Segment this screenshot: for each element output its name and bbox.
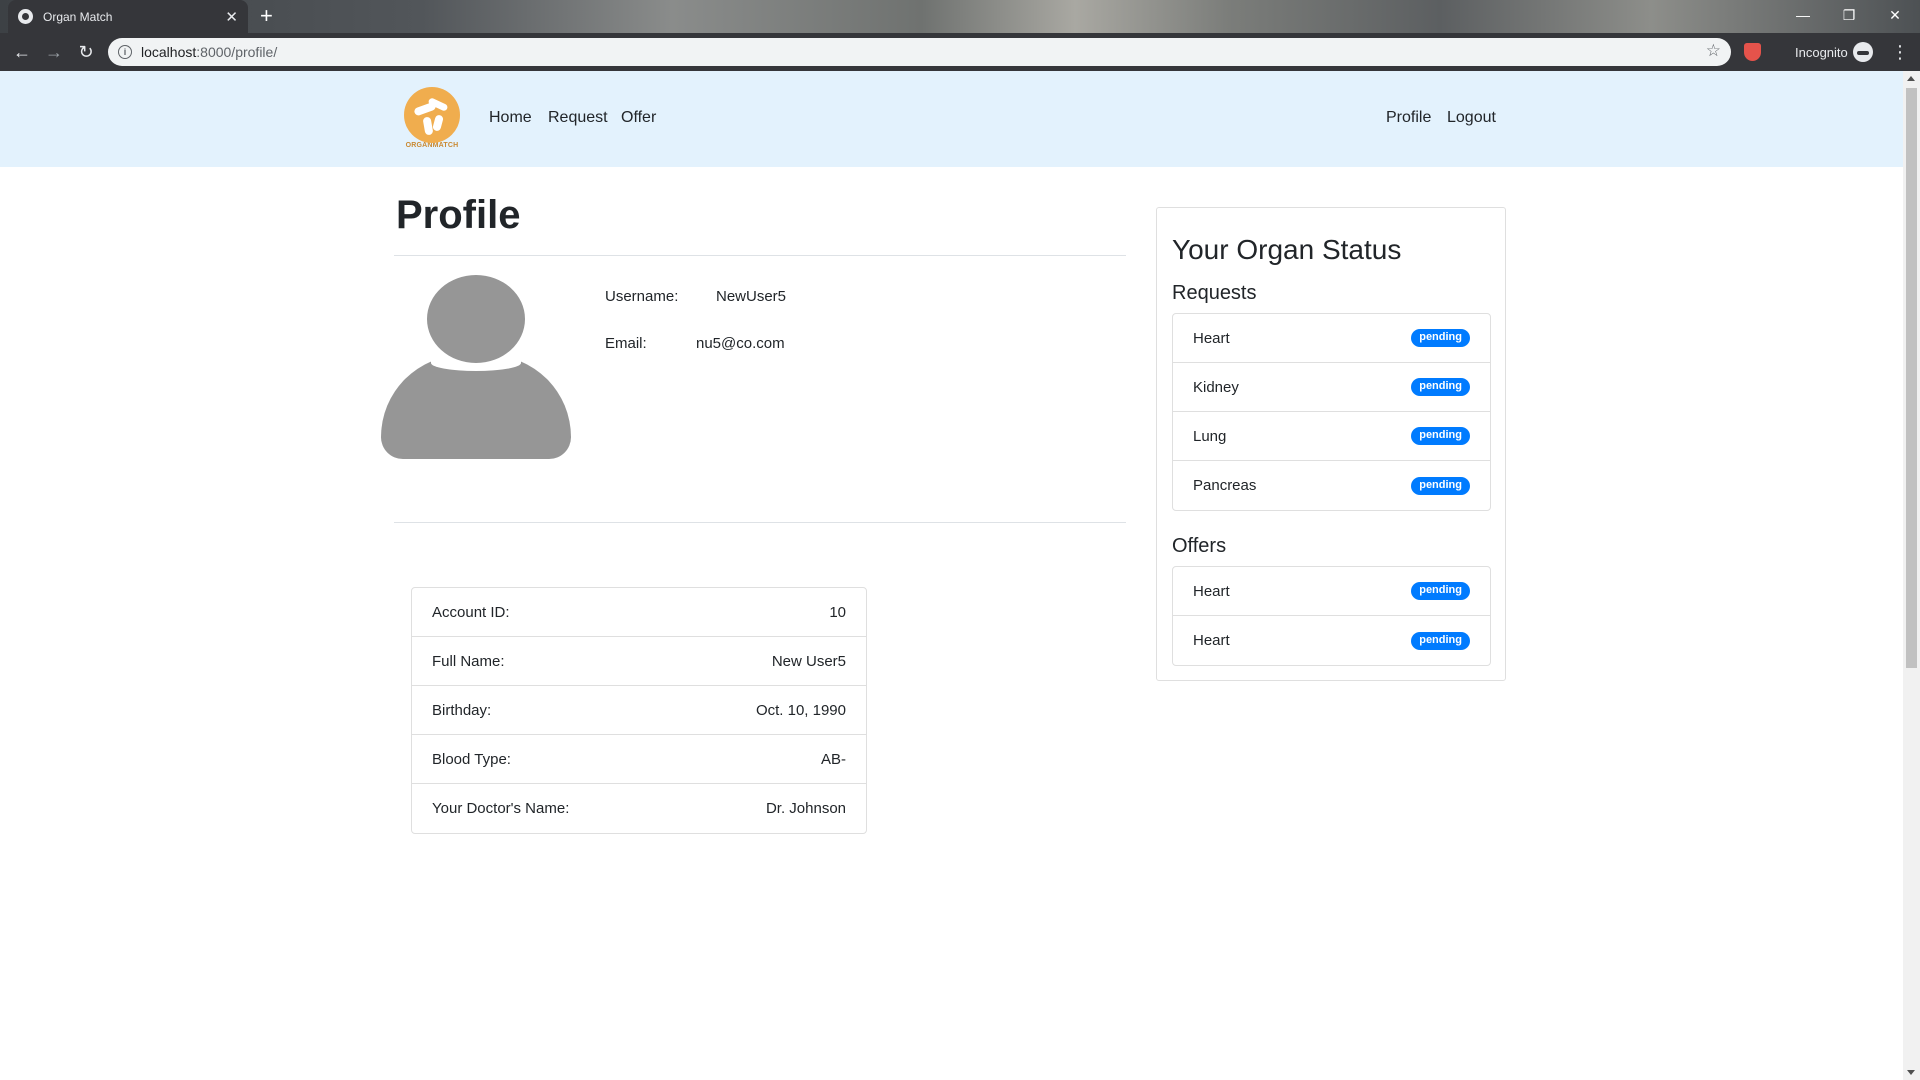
request-organ: Heart [1193,329,1230,347]
back-icon[interactable]: ← [10,40,34,64]
offer-item[interactable]: Heart pending [1173,567,1490,616]
scroll-down-arrow-icon[interactable] [1907,1070,1915,1075]
page-viewport: ORGANMATCH Home Request Offer Profile Lo… [0,71,1903,1080]
scrollbar-thumb[interactable] [1906,88,1917,668]
status-badge: pending [1411,378,1470,396]
account-row: Blood Type: AB- [412,735,866,784]
status-badge: pending [1411,476,1470,495]
offer-organ: Heart [1193,582,1230,600]
nav-logout-link[interactable]: Logout [1447,109,1496,127]
account-field-label: Account ID: [432,603,510,621]
account-row: Your Doctor's Name: Dr. Johnson [412,784,866,833]
username-value: NewUser5 [716,288,787,305]
browser-tab-strip: Organ Match ✕ + — ❐ ✕ [0,0,1920,33]
page-scrollbar[interactable] [1903,71,1920,1080]
minimize-icon[interactable]: — [1780,0,1826,30]
organ-status-title: Your Organ Status [1172,234,1402,265]
bookmark-star-icon[interactable]: ☆ [1706,41,1721,61]
new-tab-button[interactable]: + [260,4,273,28]
account-field-label: Your Doctor's Name: [432,800,570,817]
account-field-value: Dr. Johnson [765,800,846,817]
restore-icon[interactable]: ❐ [1826,0,1872,30]
account-row: Full Name: New User5 [412,637,866,686]
account-row: Birthday: Oct. 10, 1990 [412,686,866,735]
address-bar[interactable]: i localhost:8000/profile/ ☆ [108,38,1731,66]
reload-icon[interactable]: ↻ [74,40,98,64]
account-field-value: New User5 [771,652,846,670]
browser-tab[interactable]: Organ Match ✕ [8,0,248,33]
request-organ: Pancreas [1193,477,1257,494]
nav-home-link[interactable]: Home [489,109,532,127]
organmatch-logo[interactable]: ORGANMATCH [404,87,460,151]
page-title: Profile [396,193,521,237]
title-divider [394,255,1126,256]
request-organ: Lung [1193,427,1227,445]
status-badge: pending [1411,329,1470,347]
account-field-value: Oct. 10, 1990 [755,701,846,719]
shield-extension-icon[interactable] [1744,43,1761,61]
account-field-label: Birthday: [432,701,492,719]
request-organ: Kidney [1193,378,1239,396]
organ-status-card: Your Organ Status Requests Heart pending… [1156,207,1506,681]
status-badge: pending [1411,582,1470,600]
url-host: localhost [141,44,197,60]
close-window-icon[interactable]: ✕ [1872,0,1918,30]
account-field-label: Full Name: [432,652,505,670]
tab-close-icon[interactable]: ✕ [225,8,238,26]
incognito-label: Incognito [1795,45,1848,60]
info-icon[interactable]: i [118,45,132,59]
forward-icon[interactable]: → [42,40,66,64]
browser-toolbar: ← → ↻ i localhost:8000/profile/ ☆ Incogn… [0,33,1920,71]
account-field-label: Blood Type: [432,750,511,768]
offer-organ: Heart [1193,632,1230,649]
account-row: Account ID: 10 [412,588,866,637]
globe-icon [18,9,33,24]
status-badge: pending [1411,631,1470,650]
logo-hands-icon [404,87,460,143]
tab-title: Organ Match [43,9,113,24]
url-path: :8000/profile/ [196,44,278,60]
nav-offer-link[interactable]: Offer [621,109,656,127]
email-value: nu5@co.com [696,335,785,352]
offers-heading: Offers [1172,535,1227,557]
logo-text: ORGANMATCH [405,142,459,149]
request-item[interactable]: Lung pending [1173,412,1490,461]
requests-heading: Requests [1172,282,1257,304]
menu-kebab-icon[interactable]: ⋮ [1891,42,1909,63]
request-item[interactable]: Heart pending [1173,314,1490,363]
email-label: Email: [605,335,647,352]
status-badge: pending [1411,427,1470,445]
account-details-list: Account ID: 10 Full Name: New User5 Birt… [411,587,867,834]
site-navbar: ORGANMATCH Home Request Offer Profile Lo… [0,71,1903,167]
account-field-value: AB- [820,750,846,768]
username-label: Username: [605,288,679,305]
nav-profile-link[interactable]: Profile [1386,109,1431,127]
incognito-icon[interactable] [1853,42,1873,62]
avatar-placeholder-icon [381,271,571,461]
request-item[interactable]: Kidney pending [1173,363,1490,412]
request-item[interactable]: Pancreas pending [1173,461,1490,510]
section-divider [394,522,1126,523]
offers-list: Heart pending Heart pending [1172,566,1491,666]
scroll-up-arrow-icon[interactable] [1907,76,1915,81]
nav-request-link[interactable]: Request [548,109,608,127]
requests-list: Heart pending Kidney pending Lung pendin… [1172,313,1491,511]
account-field-value: 10 [829,603,846,621]
offer-item[interactable]: Heart pending [1173,616,1490,665]
